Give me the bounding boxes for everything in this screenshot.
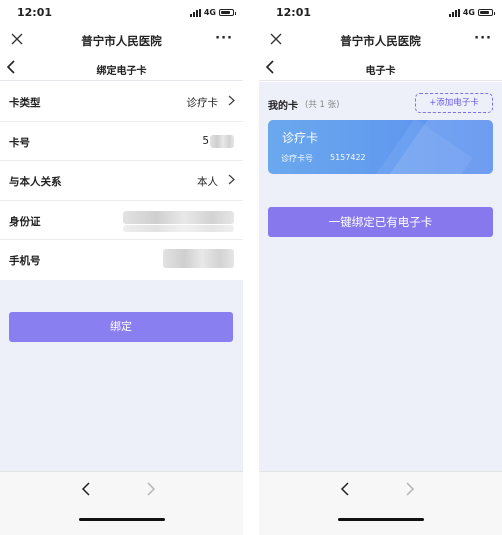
status-icons: 4G <box>448 8 495 17</box>
signal-icon <box>448 8 460 17</box>
chevron-right-icon <box>228 174 235 185</box>
app-title: 普宁市人民医院 <box>340 34 421 48</box>
signal-icon <box>189 8 201 17</box>
browser-back-icon[interactable] <box>81 482 91 496</box>
card-type-row[interactable]: 卡类型 诊疗卡 <box>0 82 243 122</box>
card-number-redaction <box>210 134 234 148</box>
bind-existing-card-button[interactable]: 一键绑定已有电子卡 <box>268 207 493 237</box>
battery-icon <box>219 9 236 16</box>
my-cards-title: 我的卡 <box>268 101 298 112</box>
home-indicator <box>338 518 424 521</box>
app-title: 普宁市人民医院 <box>81 34 162 48</box>
relationship-row[interactable]: 与本人关系 本人 <box>0 161 243 201</box>
status-time: 12:01 <box>17 6 53 19</box>
page-nav-bar: 绑定电子卡 <box>0 57 243 81</box>
browser-back-icon[interactable] <box>340 482 350 496</box>
phone-redaction <box>163 249 234 268</box>
card-number-label: 卡号 <box>9 136 30 149</box>
app-title-bar: 普宁市人民医院 ··· <box>259 28 502 54</box>
card-type: 诊疗卡 <box>282 131 319 145</box>
more-icon[interactable]: ··· <box>474 31 492 46</box>
my-cards-count: (共 1 张) <box>305 100 340 110</box>
app-title-bar: 普宁市人民医院 ··· <box>0 28 243 54</box>
id-card-redaction-2 <box>123 224 234 232</box>
chevron-right-icon <box>228 95 235 106</box>
home-indicator <box>79 518 165 521</box>
bind-card-form: 卡类型 诊疗卡 卡号 5 与本人关系 本人 身份证 手机号 <box>0 82 243 280</box>
browser-forward-icon[interactable] <box>405 482 415 496</box>
card-number-label: 诊疗卡号 <box>281 154 313 163</box>
e-card-screen: 12:01 4G 普宁市人民医院 ··· 电子卡 我的卡 (共 1 张) +添加… <box>259 0 502 535</box>
status-bar: 12:01 4G <box>0 0 243 26</box>
phone-row[interactable]: 手机号 <box>0 240 243 280</box>
phone-label: 手机号 <box>9 255 41 267</box>
network-label: 4G <box>462 8 475 17</box>
more-icon[interactable]: ··· <box>215 31 233 46</box>
card-number-row[interactable]: 卡号 5 <box>0 122 243 161</box>
status-icons: 4G <box>189 8 236 17</box>
screenshot-canvas: 12:01 4G 普宁市人民医院 ··· 绑定电子卡 卡类型 诊疗卡 卡号 5 … <box>0 0 502 535</box>
battery-icon <box>478 9 495 16</box>
card-type-label: 卡类型 <box>9 97 41 109</box>
id-card-label: 身份证 <box>9 215 41 228</box>
browser-bottom-bar <box>259 471 502 535</box>
page-title: 绑定电子卡 <box>96 66 147 77</box>
network-label: 4G <box>203 8 216 17</box>
card-type-value: 诊疗卡 <box>186 97 219 109</box>
browser-bottom-bar <box>0 471 243 535</box>
status-time: 12:01 <box>276 6 312 19</box>
bind-card-screen: 12:01 4G 普宁市人民医院 ··· 绑定电子卡 卡类型 诊疗卡 卡号 5 … <box>0 0 243 535</box>
my-cards-header: 我的卡 (共 1 张) +添加电子卡 <box>268 93 493 113</box>
relationship-value: 本人 <box>197 176 218 188</box>
bind-button[interactable]: 绑定 <box>9 312 233 342</box>
page-nav-bar: 电子卡 <box>259 57 502 81</box>
id-card-redaction <box>123 210 234 224</box>
status-bar: 12:01 4G <box>259 0 502 26</box>
browser-forward-icon[interactable] <box>146 482 156 496</box>
id-card-row[interactable]: 身份证 <box>0 201 243 240</box>
relationship-label: 与本人关系 <box>9 176 62 188</box>
card-number-value: 5 <box>202 134 209 147</box>
e-card[interactable]: 诊疗卡 诊疗卡号 5157422 <box>268 120 493 174</box>
card-number-value: 5157422 <box>330 153 366 162</box>
page-title: 电子卡 <box>365 66 396 77</box>
add-e-card-button[interactable]: +添加电子卡 <box>415 93 493 113</box>
